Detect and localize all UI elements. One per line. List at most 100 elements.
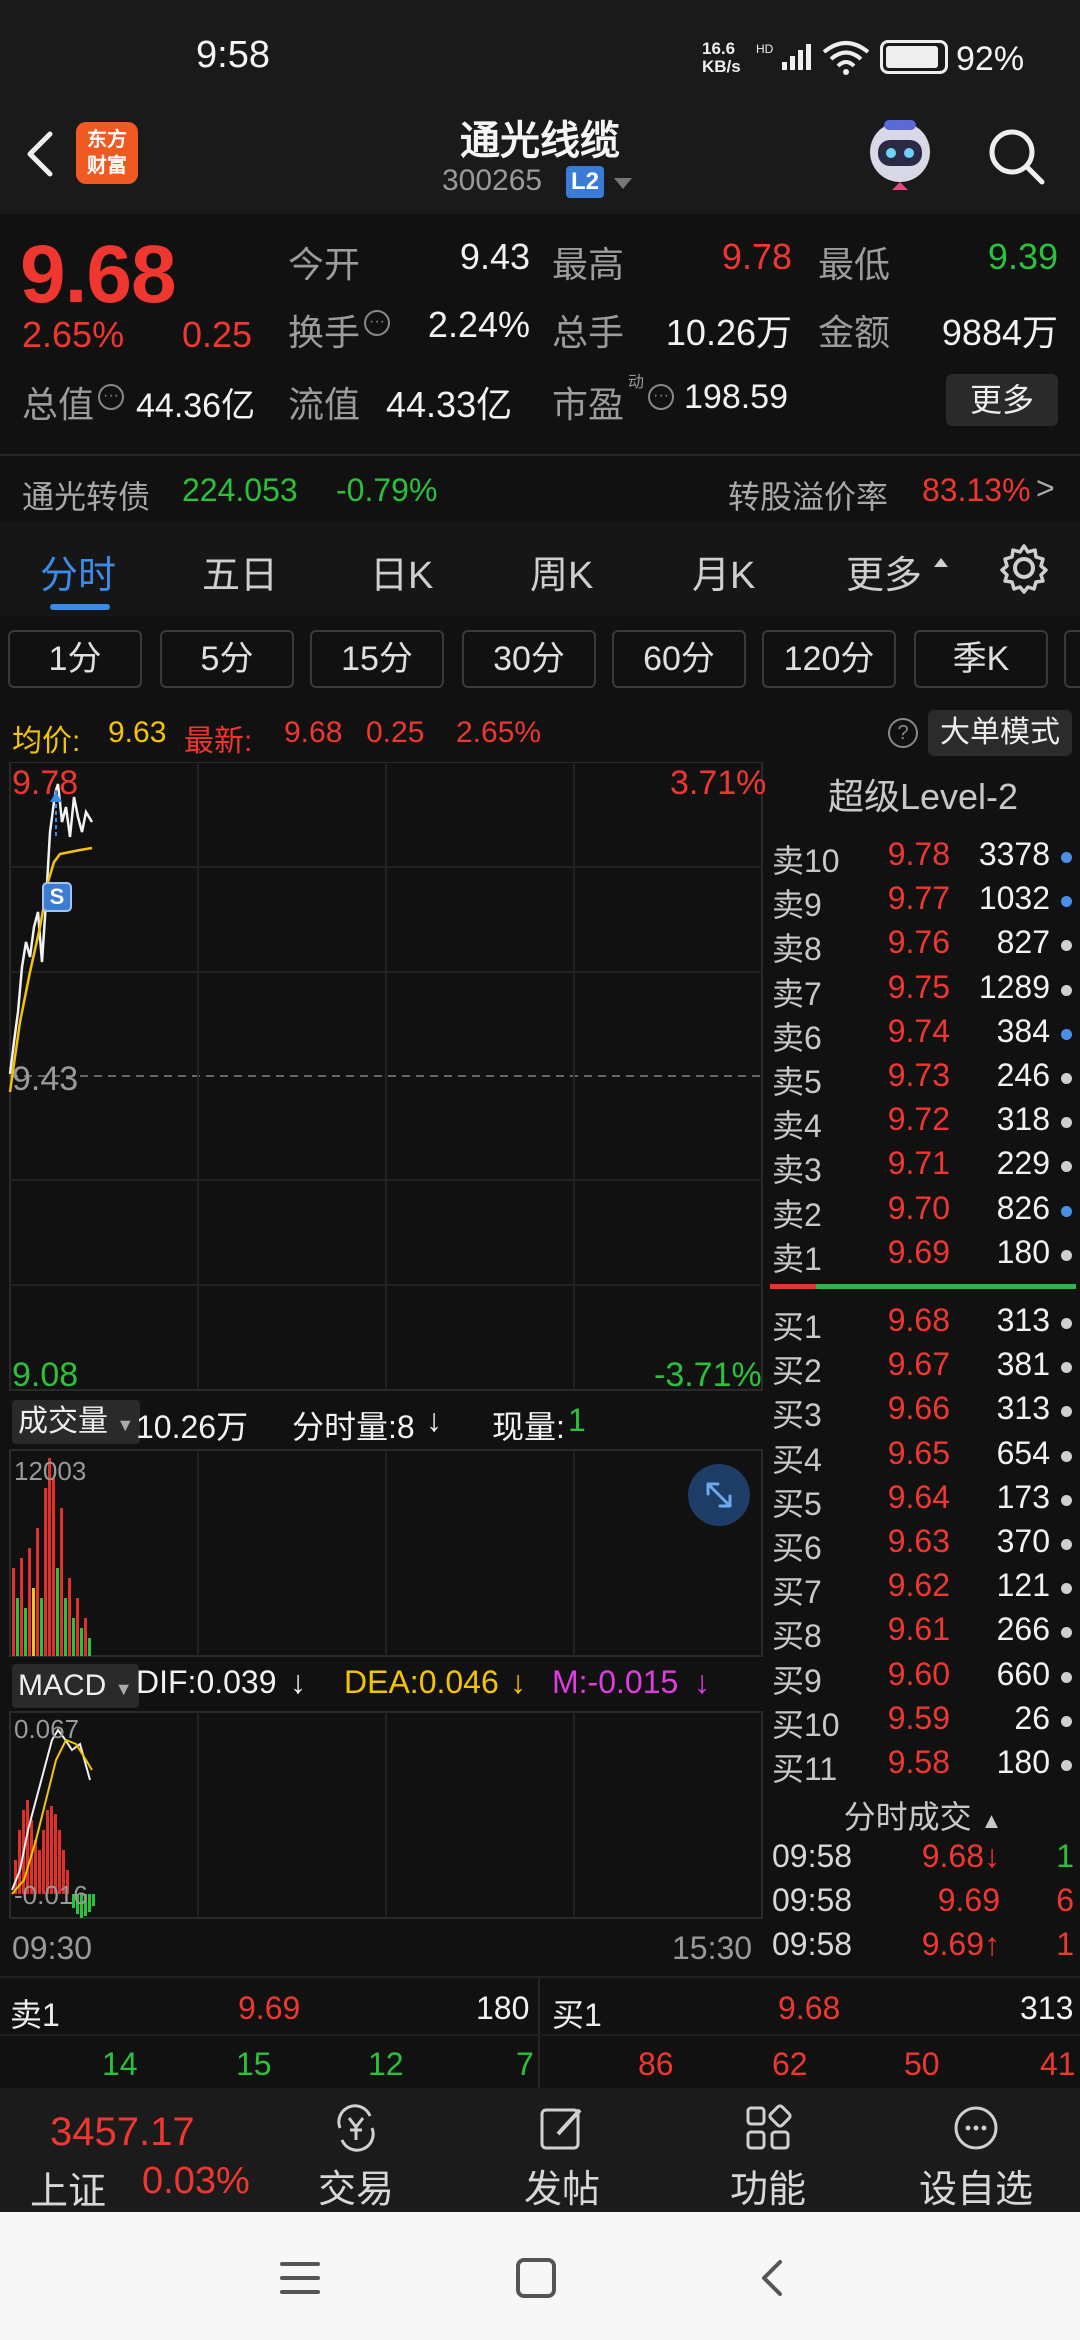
tab-weekly-k[interactable]: 周K [530, 544, 593, 599]
tab-monthly-k[interactable]: 月K [692, 544, 755, 599]
macd-selector[interactable]: MACD ▼ [12, 1664, 139, 1708]
ask-row[interactable]: 卖6 9.74 384 [766, 1013, 1080, 1057]
order-dot-icon [1061, 1161, 1072, 1173]
tab-daily-k[interactable]: 日K [370, 544, 433, 599]
index-name[interactable]: 上证 [30, 2160, 106, 2215]
index-percent[interactable]: 0.03% [142, 2160, 250, 2203]
period-120min[interactable]: 120分 [762, 630, 896, 688]
ask-volume: 1289 [978, 968, 1050, 1005]
back-icon[interactable] [752, 2256, 792, 2300]
ask-row[interactable]: 卖4 9.72 318 [766, 1101, 1080, 1145]
bid-level-label: 买5 [772, 1485, 822, 1522]
info-icon[interactable]: ··· [648, 384, 674, 410]
turnover-value: 2.24% [427, 304, 530, 345]
ask-row[interactable]: 卖5 9.73 246 [766, 1057, 1080, 1101]
bid-volume: 660 [996, 1655, 1050, 1692]
bid-row[interactable]: 买9 9.60 660 [766, 1656, 1080, 1700]
ask-volume: 246 [996, 1057, 1050, 1093]
index-value[interactable]: 3457.17 [50, 2110, 195, 2155]
tab-more[interactable]: 更多 [846, 544, 922, 599]
period-overflow[interactable] [1064, 630, 1080, 688]
ask-queue-2: 15 [236, 2046, 272, 2082]
ask-row[interactable]: 卖3 9.71 229 [766, 1145, 1080, 1189]
gear-icon[interactable] [998, 542, 1050, 594]
period-30min[interactable]: 30分 [462, 630, 596, 688]
ask-volume: 827 [996, 924, 1050, 961]
info-icon[interactable]: ··· [98, 384, 124, 410]
volume-selector[interactable]: 成交量 ▼ [12, 1400, 141, 1444]
menu-icon[interactable] [278, 2258, 322, 2298]
bid-row[interactable]: 买10 9.59 26 [766, 1700, 1080, 1744]
ask-volume: 229 [996, 1145, 1050, 1182]
tab-five-day[interactable]: 五日 [202, 544, 278, 599]
ticks-title[interactable]: 分时成交 ▲ [766, 1792, 1080, 1838]
level2-panel[interactable]: 超级Level-2 卖10 9.78 3378 卖9 9.77 1032 卖8 9.76 827… [766, 762, 1080, 1972]
tab-intraday[interactable]: 分时 [40, 544, 116, 599]
bid-row[interactable]: 买6 9.63 370 [766, 1523, 1080, 1567]
bid-row[interactable]: 买11 9.58 180 [766, 1744, 1080, 1788]
bid-row[interactable]: 买4 9.65 654 [766, 1435, 1080, 1479]
bid-row[interactable]: 买3 9.66 313 [766, 1390, 1080, 1434]
level2-badge[interactable]: L2 [566, 166, 604, 198]
bid-level-label: 买10 [772, 1706, 840, 1743]
ask-row[interactable]: 卖1 9.69 180 [766, 1234, 1080, 1278]
nav-post[interactable]: 发帖 [492, 2098, 632, 2211]
period-quarter-k[interactable]: 季K [914, 630, 1048, 688]
bid-row[interactable]: 买7 9.62 121 [766, 1567, 1080, 1611]
bid-price: 9.63 [887, 1523, 950, 1559]
change-percent: 2.65% [22, 314, 125, 355]
ask-row[interactable]: 卖2 9.70 826 [766, 1190, 1080, 1234]
intraday-chart[interactable]: 9.78 3.71% 9.43 9.08 -3.71% S [0, 761, 766, 1394]
macd-dif: DIF:0.039 [136, 1664, 277, 1700]
battery-percent: 92% [956, 40, 1025, 78]
ask-level-label: 卖7 [772, 975, 822, 1012]
time-axis: 09:30 15:30 [0, 1922, 764, 1972]
expand-icon[interactable] [688, 1464, 750, 1526]
grid-icon [746, 2104, 792, 2150]
bid-price: 9.68 [887, 1302, 950, 1338]
sell-marker[interactable]: S [42, 882, 72, 912]
bid-volume: 654 [996, 1434, 1050, 1471]
ask-row[interactable]: 卖9 9.77 1032 [766, 880, 1080, 924]
period-5min[interactable]: 5分 [160, 630, 294, 688]
convertible-bond-row[interactable]: 通光转债 224.053 -0.79% 转股溢价率 83.13% > [0, 458, 1080, 522]
ask-queue-4: 7 [516, 2046, 534, 2082]
tick-time: 09:58 [772, 1926, 853, 1962]
period-15min[interactable]: 15分 [310, 630, 444, 688]
ask-volume: 3378 [978, 836, 1050, 872]
ask-row[interactable]: 卖10 9.78 3378 [766, 836, 1080, 880]
period-1min[interactable]: 1分 [8, 630, 142, 688]
bid-row[interactable]: 买8 9.61 266 [766, 1611, 1080, 1655]
avg-label: 均价: [12, 725, 81, 758]
tick-price: 9.69 [937, 1882, 1000, 1918]
total-mv-value: 44.36亿 [136, 387, 256, 425]
tick-time: 09:58 [772, 1838, 853, 1874]
period-selector: 1分 5分 15分 30分 60分 120分 季K [0, 616, 1080, 700]
search-icon[interactable] [984, 124, 1048, 188]
bid-level-label: 买1 [772, 1309, 822, 1345]
nav-post-label: 发帖 [523, 2169, 600, 2211]
more-button[interactable]: 更多 [946, 374, 1058, 426]
ask-row[interactable]: 卖8 9.76 827 [766, 924, 1080, 968]
nav-add-watchlist[interactable]: 设自选 [906, 2098, 1046, 2211]
edit-icon [540, 2108, 582, 2150]
ask-row[interactable]: 卖7 9.75 1289 [766, 969, 1080, 1013]
nav-functions[interactable]: 功能 [698, 2098, 838, 2211]
order-dot-icon [1061, 1362, 1072, 1374]
bid-row[interactable]: 买5 9.64 173 [766, 1479, 1080, 1523]
nav-trade[interactable]: 交易 [286, 2098, 426, 2211]
bid-row[interactable]: 买2 9.67 381 [766, 1346, 1080, 1390]
ask-level-label: 卖1 [772, 1240, 822, 1277]
time-start: 09:30 [12, 1930, 93, 1966]
info-icon[interactable]: ··· [364, 310, 390, 336]
bid-row[interactable]: 买1 9.68 313 [766, 1302, 1080, 1346]
open-value: 9.43 [459, 236, 530, 277]
home-icon[interactable] [514, 2256, 558, 2300]
robot-assistant-icon[interactable] [864, 116, 936, 192]
dropdown-arrow-icon[interactable] [614, 178, 632, 189]
bid-level-label: 买11 [772, 1751, 838, 1787]
period-60min[interactable]: 60分 [612, 630, 746, 688]
cb-price: 224.053 [182, 472, 298, 508]
help-icon[interactable]: ? [888, 718, 918, 748]
big-order-mode-button[interactable]: 大单模式 [928, 710, 1072, 756]
